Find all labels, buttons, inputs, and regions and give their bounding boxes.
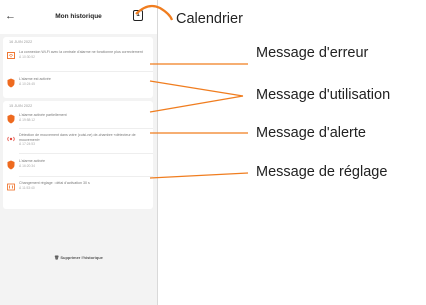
callout-usage: Message d'utilisation bbox=[256, 87, 391, 103]
callout-calendrier: Calendrier bbox=[176, 11, 243, 27]
settings-callout-line bbox=[149, 172, 249, 179]
usage-callout-line-2 bbox=[149, 95, 244, 113]
callout-settings: Message de réglage bbox=[256, 164, 388, 180]
callout-error: Message d'erreur bbox=[256, 45, 369, 61]
calendar-callout-arc bbox=[135, 4, 174, 21]
callout-alert: Message d'alerte bbox=[256, 125, 366, 141]
usage-callout-line-1 bbox=[149, 80, 244, 97]
